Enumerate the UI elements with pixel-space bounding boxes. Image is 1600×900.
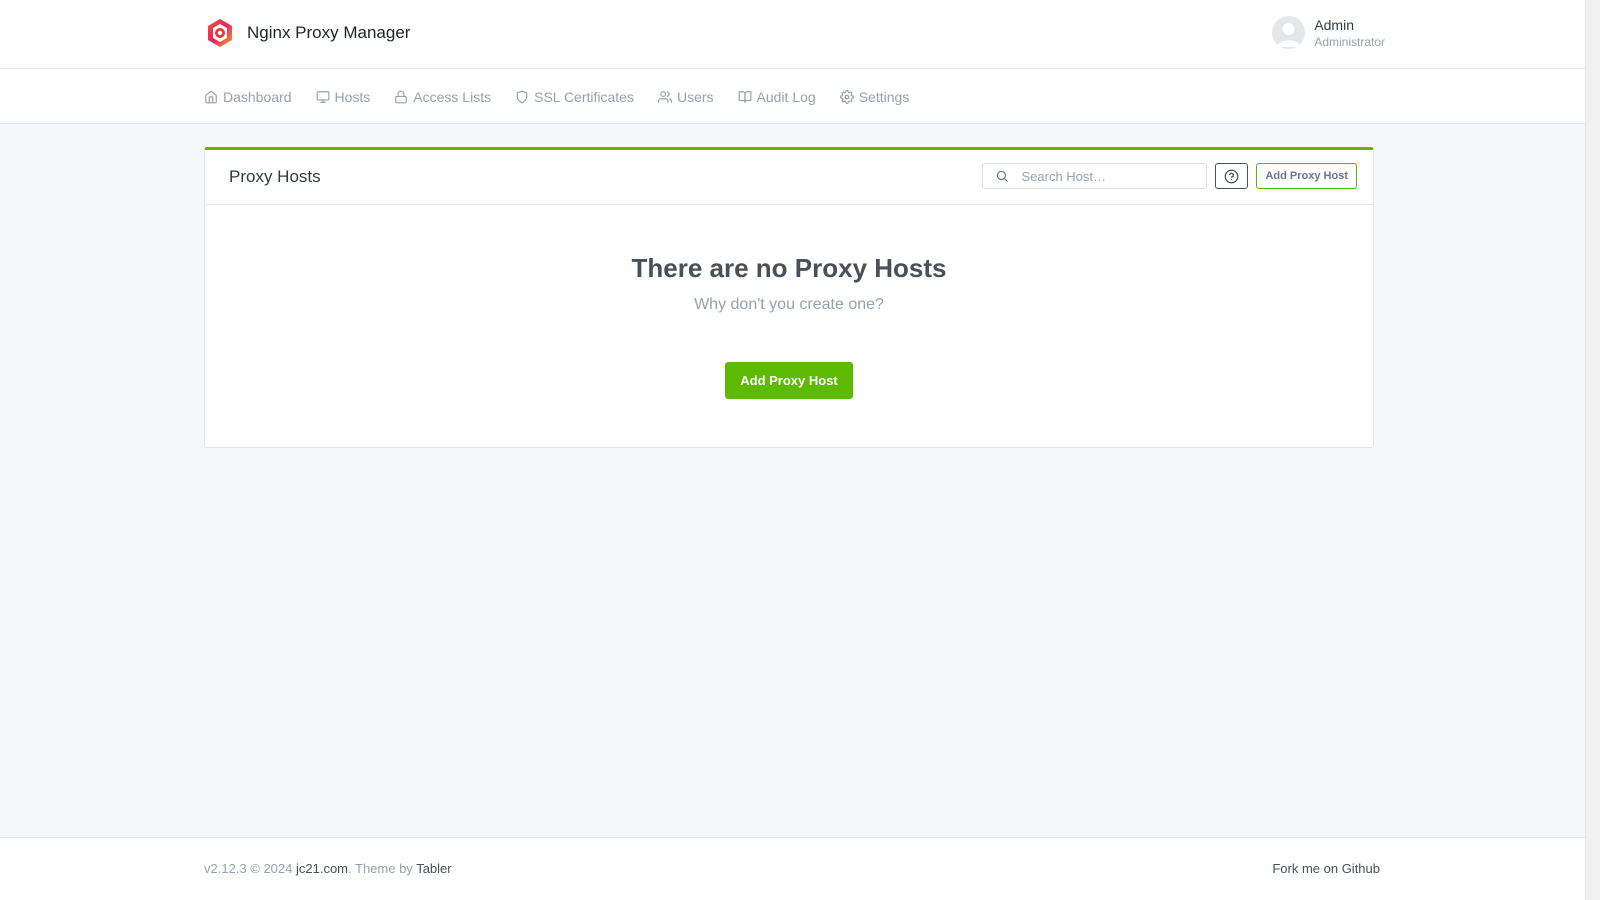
nav-item-label: Settings <box>858 88 910 105</box>
github-fork-link[interactable]: Fork me on Github <box>1272 861 1380 876</box>
brand[interactable]: Nginx Proxy Manager <box>205 18 410 48</box>
shield-icon <box>516 90 528 103</box>
help-circle-icon <box>1225 169 1239 183</box>
footer: v2.12.3 © 2024 jc21.com. Theme by Tabler… <box>0 837 1585 900</box>
user-avatar-icon <box>1272 16 1306 49</box>
card-title: Proxy Hosts <box>229 167 321 186</box>
nav-item-label: Audit Log <box>756 88 816 105</box>
author-link[interactable]: jc21.com <box>296 861 348 876</box>
nav-item-label: Access Lists <box>413 88 492 105</box>
lock-icon <box>395 90 408 103</box>
empty-state-add-button[interactable]: Add Proxy Host <box>725 362 853 399</box>
search-icon <box>997 170 1009 182</box>
nav-list: Dashboard Hosts Access Lists SSL Certifi… <box>204 69 933 124</box>
monitor-icon <box>316 90 329 103</box>
nav-item-hosts[interactable]: Hosts <box>316 88 371 105</box>
empty-state-title: There are no Proxy Hosts <box>631 253 947 283</box>
scrollbar[interactable] <box>1585 0 1600 900</box>
card-tools: Add Proxy Host <box>982 163 1357 189</box>
user-role: Administrator <box>1314 34 1385 49</box>
search-input[interactable] <box>1021 168 1192 184</box>
help-button[interactable] <box>1215 163 1249 189</box>
main-nav: Dashboard Hosts Access Lists SSL Certifi… <box>0 69 1585 124</box>
users-icon <box>657 90 672 103</box>
nav-item-label: Hosts <box>334 88 371 105</box>
theme-text: . Theme by <box>348 861 417 876</box>
empty-state: There are no Proxy Hosts Why don't you c… <box>205 253 1373 399</box>
page: Nginx Proxy Manager Admin Administrator … <box>0 0 1585 900</box>
nav-item-ssl-certificates[interactable]: SSL Certificates <box>515 89 634 105</box>
gear-icon <box>839 89 854 104</box>
nav-item-access-lists[interactable]: Access Lists <box>394 89 491 105</box>
empty-state-subtitle: Why don't you create one? <box>694 296 884 313</box>
nav-item-users[interactable]: Users <box>657 88 714 105</box>
version-text: v2.12.3 © 2024 <box>204 861 296 876</box>
user-name: Admin <box>1314 16 1354 33</box>
add-proxy-host-button[interactable]: Add Proxy Host <box>1256 163 1357 189</box>
theme-link[interactable]: Tabler <box>416 861 451 876</box>
footer-right: Fork me on Github <box>1272 861 1380 876</box>
card-header: Proxy Hosts Add Proxy Host <box>205 150 1373 205</box>
user-info: Admin Administrator <box>1314 17 1385 49</box>
book-icon <box>738 90 751 103</box>
proxy-hosts-card: Proxy Hosts Add Proxy Host There are no … <box>204 147 1374 448</box>
search-box <box>982 163 1208 189</box>
user-menu[interactable]: Admin Administrator <box>1272 16 1385 49</box>
footer-credits: v2.12.3 © 2024 jc21.com. Theme by Tabler <box>204 861 452 876</box>
top-header: Nginx Proxy Manager Admin Administrator <box>0 0 1585 69</box>
nav-item-label: Dashboard <box>223 88 292 105</box>
nav-item-settings[interactable]: Settings <box>839 88 910 105</box>
nginx-proxy-manager-logo-icon <box>208 19 232 47</box>
nav-item-dashboard[interactable]: Dashboard <box>204 89 292 105</box>
nav-item-audit-log[interactable]: Audit Log <box>738 89 816 105</box>
home-icon <box>205 90 217 103</box>
nav-item-label: SSL Certificates <box>534 88 634 105</box>
app-name: Nginx Proxy Manager <box>247 23 411 42</box>
nav-item-label: Users <box>676 88 714 105</box>
